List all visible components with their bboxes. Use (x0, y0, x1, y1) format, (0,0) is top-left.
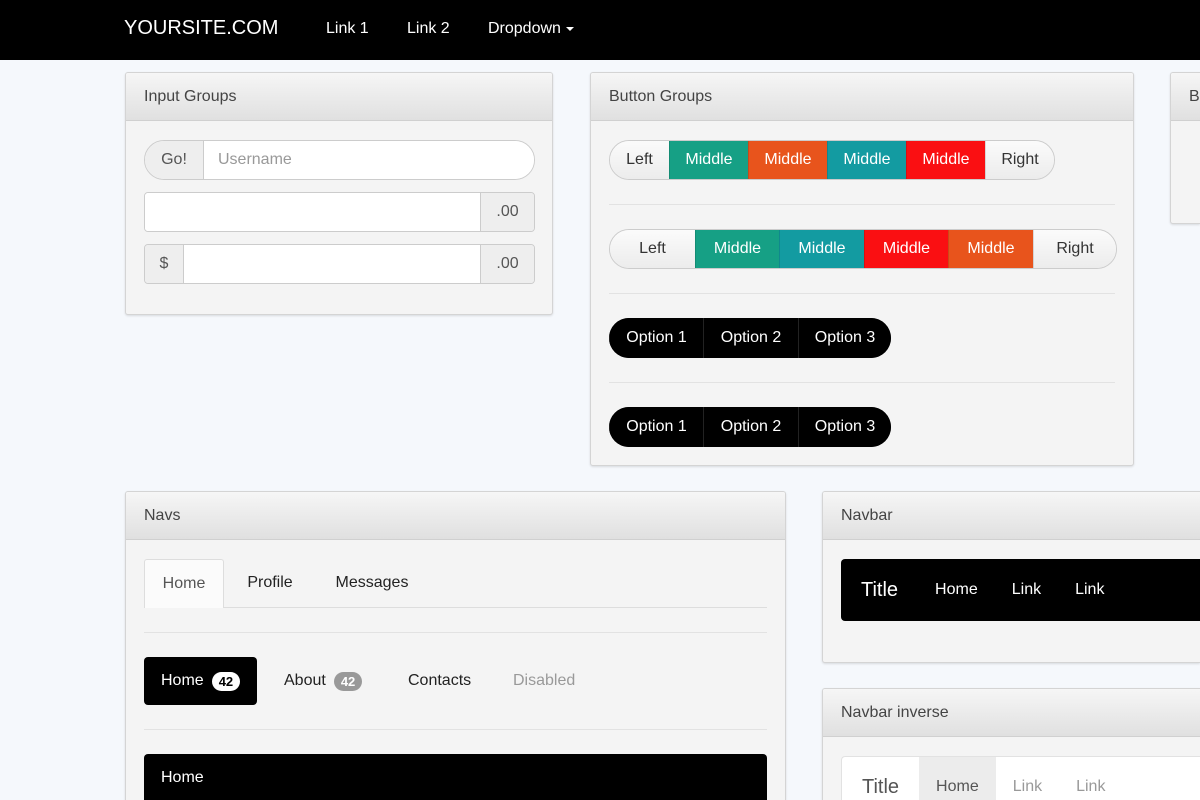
middle-button-teal[interactable]: Middle (827, 141, 906, 179)
left-button[interactable]: Left (610, 141, 669, 179)
pill-home[interactable]: Home 42 (144, 657, 258, 705)
cents-addon: .00 (480, 245, 534, 283)
panel-title: Input Groups (126, 73, 552, 121)
navbar-panel: Navbar Title Home Link Link (822, 491, 1200, 663)
navbar-inverse-panel: Navbar inverse Title Home Link Link (822, 688, 1200, 800)
middle-button-red[interactable]: Middle (906, 141, 985, 179)
caret-down-icon (565, 26, 574, 31)
tab-messages[interactable]: Messages (316, 559, 428, 607)
panel-title: Button Groups (591, 73, 1133, 121)
middle-button-red[interactable]: Middle (864, 230, 948, 268)
pill-about[interactable]: About 42 (284, 657, 363, 705)
button-group-2: Left Middle Middle Middle Middle Right (609, 229, 1117, 269)
navbar-brand[interactable]: Title (861, 579, 898, 602)
option-button-group-1: Option 1 Option 2 Option 3 (609, 318, 891, 358)
pill-disabled: Disabled (513, 672, 576, 689)
divider (609, 204, 1115, 205)
navbar-link-2[interactable]: Link (1059, 757, 1122, 800)
navbar-inverse-sample: Title Home Link Link (841, 756, 1200, 800)
pill-contacts[interactable]: Contacts (408, 657, 471, 705)
option-1-button[interactable]: Option 1 (609, 318, 703, 358)
navbar-brand[interactable]: Title (862, 776, 899, 799)
option-3-button[interactable]: Option 3 (798, 407, 891, 447)
nav-link-2[interactable]: Link 2 (407, 20, 450, 38)
nav-link-1[interactable]: Link 1 (326, 20, 369, 38)
divider (609, 293, 1115, 294)
button-groups-panel: Button Groups Left Middle Middle Middle … (590, 72, 1134, 466)
stacked-nav-home[interactable]: Home (144, 754, 767, 800)
option-3-button[interactable]: Option 3 (798, 318, 891, 358)
divider (609, 382, 1115, 383)
button-group-1: Left Middle Middle Middle Middle Right (609, 140, 1055, 180)
input-groups-panel: Input Groups Go! .00 $ .00 (125, 72, 553, 315)
navbar-link-2[interactable]: Link (1058, 559, 1121, 621)
option-button-group-2: Option 1 Option 2 Option 3 (609, 407, 891, 447)
divider (144, 729, 767, 730)
home-badge: 42 (211, 671, 241, 691)
tab-profile[interactable]: Profile (230, 559, 310, 607)
navbar-link-1[interactable]: Link (995, 559, 1058, 621)
top-navbar: YOURSITE.COM Link 1 Link 2 Dropdown (0, 0, 1200, 60)
middle-button-orange[interactable]: Middle (748, 141, 827, 179)
option-2-button[interactable]: Option 2 (703, 407, 798, 447)
navbar-home-link[interactable]: Home (918, 559, 995, 621)
navbar-link-1[interactable]: Link (996, 757, 1059, 800)
tab-nav: Home Profile Messages (144, 559, 767, 608)
nav-dropdown-label: Dropdown (488, 20, 561, 37)
navbar-sample: Title Home Link Link (841, 559, 1200, 621)
navs-panel: Navs Home Profile Messages Home 42 About 4… (125, 491, 786, 800)
go-button[interactable]: Go! (145, 141, 204, 179)
right-button[interactable]: Right (1033, 230, 1116, 268)
panel-title: Navbar inverse (823, 689, 1200, 737)
nav-dropdown[interactable]: Dropdown (488, 20, 574, 38)
panel-title: Navs (126, 492, 785, 540)
about-badge: 42 (333, 671, 363, 691)
panel-title: B (1171, 73, 1200, 121)
left-button[interactable]: Left (610, 230, 695, 268)
option-2-button[interactable]: Option 2 (703, 318, 798, 358)
username-input[interactable] (204, 141, 534, 179)
pill-about-label: About (284, 672, 326, 689)
navbar-home-link[interactable]: Home (919, 757, 996, 800)
cents-addon: .00 (480, 193, 534, 231)
tab-home[interactable]: Home (144, 559, 224, 608)
pill-home-label: Home (161, 672, 204, 689)
divider (144, 632, 767, 633)
panel-title: Navbar (823, 492, 1200, 540)
middle-button-orange[interactable]: Middle (948, 230, 1033, 268)
amount-input-group: .00 (144, 192, 535, 232)
middle-button-teal[interactable]: Middle (779, 230, 864, 268)
username-input-group: Go! (144, 140, 535, 180)
price-input-group: $ .00 (144, 244, 535, 284)
middle-button-green[interactable]: Middle (669, 141, 748, 179)
middle-button-green[interactable]: Middle (695, 230, 779, 268)
partial-panel: B (1170, 72, 1200, 224)
right-button[interactable]: Right (985, 141, 1054, 179)
option-1-button[interactable]: Option 1 (609, 407, 703, 447)
price-input[interactable] (184, 245, 480, 283)
dollar-addon: $ (145, 245, 184, 283)
site-brand[interactable]: YOURSITE.COM (124, 17, 278, 40)
amount-input[interactable] (145, 193, 480, 231)
